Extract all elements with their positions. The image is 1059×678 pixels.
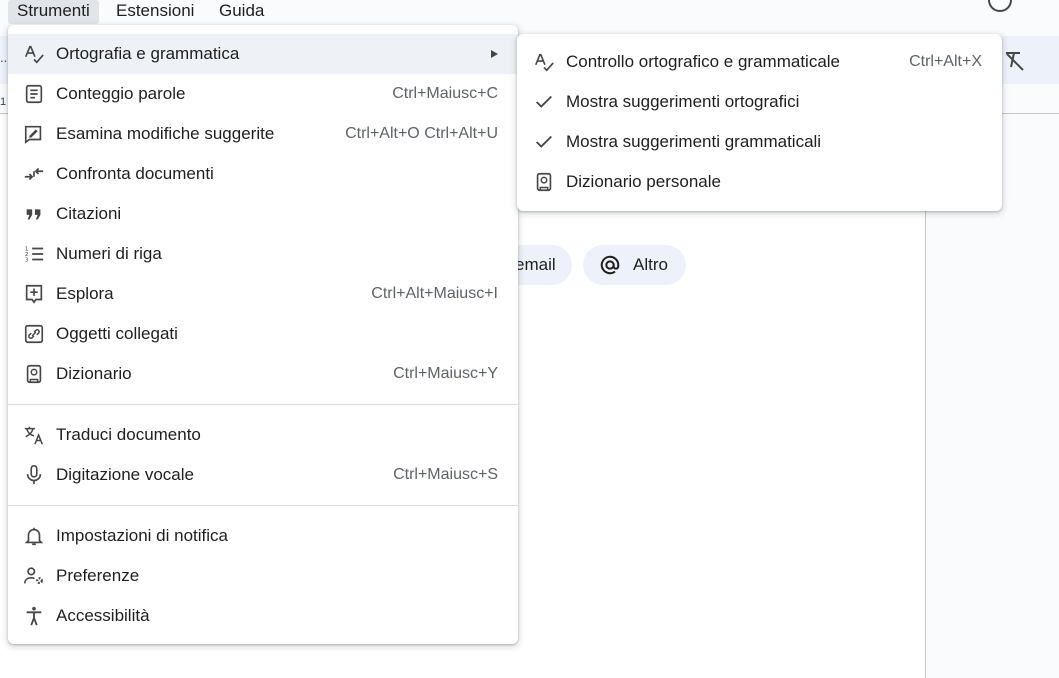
altro-chip[interactable]: Altro <box>583 245 686 285</box>
accessibility-icon <box>23 605 45 627</box>
menu-item-dictionary[interactable]: Dizionario Ctrl+Maiusc+Y <box>8 354 518 394</box>
menu-item-line-numbers[interactable]: 123 Numeri di riga <box>8 234 518 274</box>
menu-item-label: Digitazione vocale <box>56 465 194 484</box>
menu-item-shortcut: Ctrl+Alt+O Ctrl+Alt+U <box>345 125 498 142</box>
menu-item-label: Conteggio parole <box>56 84 186 103</box>
translate-icon <box>23 424 45 446</box>
dictionary-icon <box>23 363 45 385</box>
menu-item-label: Traduci documento <box>56 425 201 444</box>
submenu-item-label: Mostra suggerimenti ortografici <box>566 92 800 111</box>
menu-item-explore[interactable]: Esplora Ctrl+Alt+Maiusc+I <box>8 274 518 314</box>
submenu-item-label: Controllo ortografico e grammaticale <box>566 52 841 71</box>
check-icon <box>533 131 555 153</box>
menu-item-label: Oggetti collegati <box>56 324 178 343</box>
account-icon[interactable] <box>988 0 1012 12</box>
submenu-item-show-spelling-suggestions[interactable]: Mostra suggerimenti ortografici <box>517 82 1002 122</box>
menu-item-accessibility[interactable]: Accessibilità <box>8 596 518 636</box>
menu-item-word-count[interactable]: Conteggio parole Ctrl+Maiusc+C <box>8 74 518 114</box>
menu-item-shortcut: Ctrl+Alt+Maiusc+I <box>371 285 498 302</box>
altro-chip-label: Altro <box>633 255 668 274</box>
menu-item-preferences[interactable]: Preferenze <box>8 556 518 596</box>
menu-item-label: Numeri di riga <box>56 244 162 263</box>
dictionary-icon <box>533 171 555 193</box>
menu-divider <box>8 404 518 405</box>
menu-strumenti[interactable]: Strumenti <box>8 0 99 24</box>
ruler-number: 1 <box>0 96 7 108</box>
menu-item-compare-documents[interactable]: Confronta documenti <box>8 154 518 194</box>
menu-item-spelling-grammar[interactable]: Ortografia e grammatica <box>8 34 518 74</box>
menu-item-shortcut: Ctrl+Maiusc+Y <box>393 365 498 382</box>
at-sign-icon <box>599 254 621 276</box>
spellcheck-icon <box>23 43 45 65</box>
menu-item-notification-settings[interactable]: Impostazioni di notifica <box>8 516 518 556</box>
submenu-arrow-icon <box>489 49 499 59</box>
submenu-item-show-grammar-suggestions[interactable]: Mostra suggerimenti grammaticali <box>517 122 1002 162</box>
quote-icon <box>23 203 45 225</box>
menu-divider <box>8 505 518 506</box>
word-count-icon <box>23 83 45 105</box>
explore-icon <box>23 283 45 305</box>
line-numbers-icon: 123 <box>23 243 45 265</box>
menu-item-linked-objects[interactable]: Oggetti collegati <box>8 314 518 354</box>
submenu-item-shortcut: Ctrl+Alt+X <box>909 53 982 70</box>
menu-estensioni[interactable]: Estensioni <box>107 0 203 24</box>
submenu-item-personal-dictionary[interactable]: Dizionario personale <box>517 162 1002 202</box>
clear-formatting-icon[interactable] <box>1003 49 1027 73</box>
ruler-marker: .. <box>0 50 8 65</box>
spellcheck-icon <box>533 51 555 73</box>
tools-menu: Ortografia e grammatica Conteggio parole… <box>8 25 518 644</box>
microphone-icon <box>23 464 45 486</box>
compare-icon <box>23 163 45 185</box>
menu-bar: Strumenti Estensioni Guida <box>0 0 1059 24</box>
preferences-icon <box>23 565 45 587</box>
menu-item-label: Preferenze <box>56 566 140 585</box>
email-chip-label: email <box>515 255 556 274</box>
menu-item-voice-typing[interactable]: Digitazione vocale Ctrl+Maiusc+S <box>8 455 518 495</box>
menu-item-label: Dizionario <box>56 364 132 383</box>
review-edits-icon <box>23 123 45 145</box>
menu-item-shortcut: Ctrl+Maiusc+C <box>392 85 498 102</box>
menu-item-label: Ortografia e grammatica <box>56 44 240 63</box>
linked-objects-icon <box>23 323 45 345</box>
menu-item-label: Accessibilità <box>56 606 150 625</box>
menu-item-citations[interactable]: Citazioni <box>8 194 518 234</box>
menu-item-label: Impostazioni di notifica <box>56 526 228 545</box>
submenu-item-label: Dizionario personale <box>566 172 721 191</box>
submenu-item-label: Mostra suggerimenti grammaticali <box>566 132 822 151</box>
bell-icon <box>23 525 45 547</box>
menu-item-translate-document[interactable]: Traduci documento <box>8 415 518 455</box>
menu-item-label: Esamina modifiche suggerite <box>56 124 275 143</box>
svg-text:3: 3 <box>25 257 29 263</box>
menu-item-shortcut: Ctrl+Maiusc+S <box>393 466 498 483</box>
menu-item-label: Esplora <box>56 284 114 303</box>
menu-item-label: Confronta documenti <box>56 164 214 183</box>
check-icon <box>533 91 555 113</box>
menu-guida[interactable]: Guida <box>210 0 273 24</box>
menu-item-review-edits[interactable]: Esamina modifiche suggerite Ctrl+Alt+O C… <box>8 114 518 154</box>
spelling-grammar-submenu: Controllo ortografico e grammaticale Ctr… <box>517 34 1002 211</box>
submenu-item-spell-grammar-check[interactable]: Controllo ortografico e grammaticale Ctr… <box>517 42 1002 82</box>
menu-item-label: Citazioni <box>56 204 122 223</box>
